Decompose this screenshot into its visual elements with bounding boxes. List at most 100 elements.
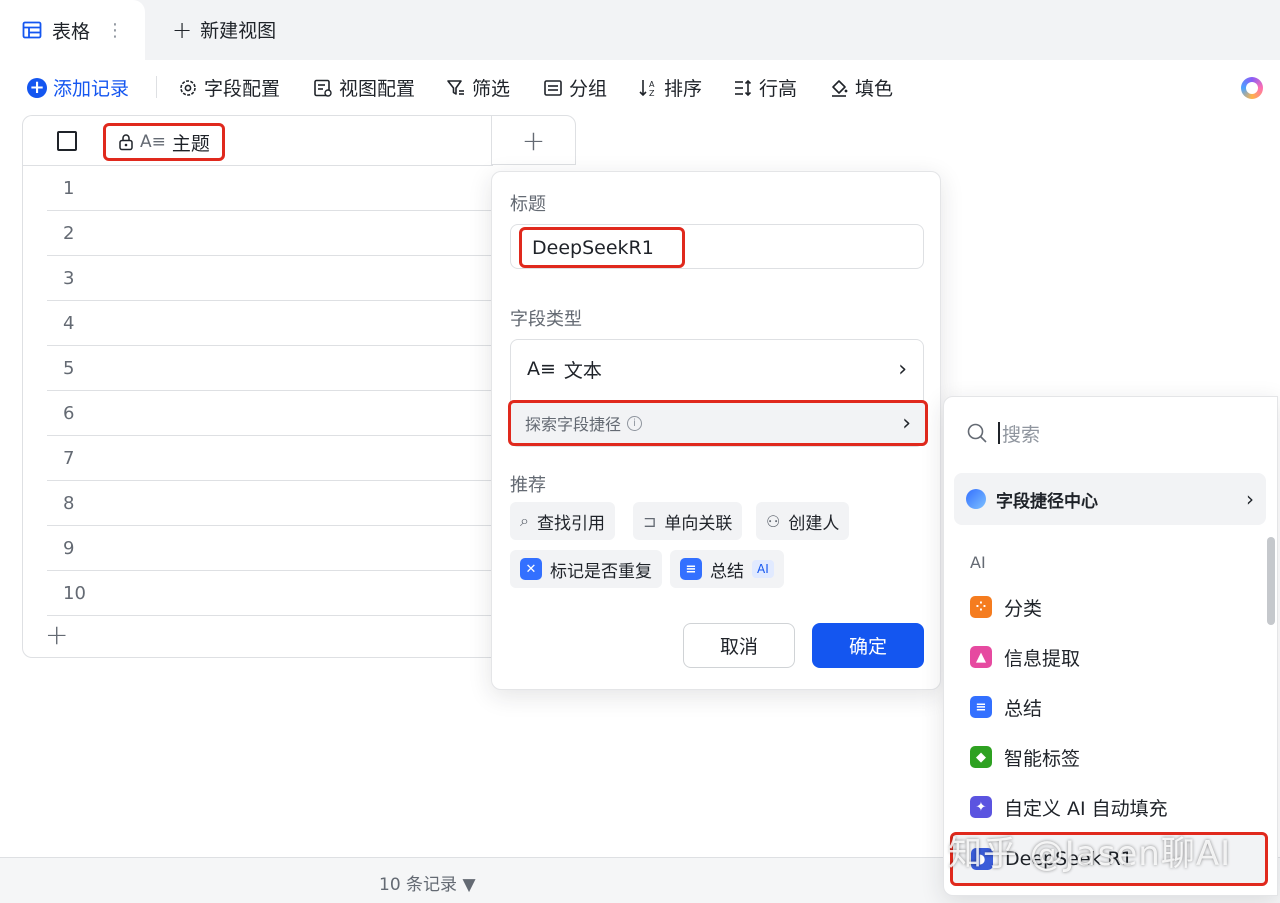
row-height-label: 行高 [759, 78, 798, 100]
ai-assistant-icon[interactable] [1241, 77, 1263, 99]
fill-color-button[interactable]: 填色 [829, 74, 893, 101]
shortcut-item-summary[interactable]: ≡ 总结 [970, 689, 1042, 725]
text-caret [998, 422, 1000, 444]
pin-icon: ✕ [520, 558, 542, 580]
paint-bucket-icon [832, 79, 848, 97]
grid-header: A≡ 主题 [23, 116, 493, 166]
shortcut-center-link[interactable]: 字段捷径中心 › [954, 473, 1266, 525]
shortcut-item-custom-ai[interactable]: ✦ 自定义 AI 自动填充 [970, 789, 1168, 825]
field-config-popup: 标题 DeepSeekR1 字段类型 A≡ 文本 › 探索字段捷径 i › 推荐… [491, 171, 941, 690]
chevron-right-icon: › [898, 356, 907, 382]
add-record-button[interactable]: + 添加记录 [27, 74, 129, 101]
new-view-label: 新建视图 [200, 20, 277, 42]
add-record-label: 添加记录 [53, 78, 130, 100]
add-row-button[interactable]: + [45, 618, 68, 651]
smart-tag-label: 智能标签 [1004, 747, 1081, 770]
extract-icon: ▲ [970, 646, 992, 668]
field-shortcut-panel: 搜索 字段捷径中心 › AI ⁘ 分类 ▲ 信息提取 ≡ 总结 ◆ 智能标签 ✦… [943, 396, 1278, 896]
filter-icon [447, 79, 464, 95]
record-count[interactable]: 10 条记录 ▼ [379, 870, 476, 895]
recommend-label: 推荐 [510, 475, 546, 496]
grid-rows: 1 2 3 4 5 6 7 8 9 10 [47, 166, 493, 616]
extract-label: 信息提取 [1004, 647, 1081, 670]
chip-summary[interactable]: ≡ 总结 AI [670, 550, 784, 588]
row-height-button[interactable]: 行高 [733, 74, 797, 101]
table-row[interactable]: 8 [47, 481, 493, 526]
shortcut-center-label: 字段捷径中心 [996, 491, 1098, 512]
summary-icon: ≡ [680, 558, 702, 580]
user-plus-icon: ⚇ [766, 511, 781, 531]
view-config-icon [314, 79, 332, 97]
add-column-button[interactable]: + [491, 115, 576, 165]
table-row[interactable]: 1 [47, 166, 493, 211]
view-config-button[interactable]: 视图配置 [313, 74, 415, 101]
chip-lookup[interactable]: ⌕ 查找引用 [510, 502, 615, 540]
shortcut-item-extract[interactable]: ▲ 信息提取 [970, 639, 1080, 675]
chip-mark-duplicate[interactable]: ✕ 标记是否重复 [510, 550, 662, 588]
field-type-select[interactable]: A≡ 文本 › [511, 340, 923, 398]
table-row[interactable]: 10 [47, 571, 493, 616]
confirm-button[interactable]: 确定 [812, 623, 924, 668]
filter-button[interactable]: 筛选 [446, 74, 510, 101]
shortcut-item-classify[interactable]: ⁘ 分类 [970, 589, 1042, 625]
table-icon [22, 21, 42, 39]
field-config-label: 字段配置 [204, 78, 281, 100]
add-circle-icon: + [27, 77, 47, 98]
shortcut-center-icon [966, 489, 986, 509]
chip-single-link[interactable]: ⊐ 单向关联 [633, 502, 743, 540]
more-icon[interactable]: ⋮ [106, 20, 124, 41]
chip-single-link-label: 单向关联 [664, 513, 733, 534]
group-icon [544, 79, 562, 96]
tag-icon: ◆ [970, 746, 992, 768]
section-ai-label: AI [970, 553, 986, 572]
sort-icon: AZ [639, 79, 655, 98]
summary-icon: ≡ [970, 696, 992, 718]
info-icon: i [627, 415, 643, 431]
field-config-button[interactable]: 字段配置 [178, 74, 280, 101]
title-input[interactable]: DeepSeekR1 [510, 224, 924, 269]
select-all-checkbox[interactable] [57, 131, 77, 151]
new-view-button[interactable]: + 新建视图 [172, 16, 276, 43]
search-placeholder: 搜索 [1002, 423, 1041, 446]
table-row[interactable]: 6 [47, 391, 493, 436]
custom-ai-label: 自定义 AI 自动填充 [1004, 797, 1168, 820]
svg-text:A: A [649, 80, 655, 89]
shortcut-item-smart-tag[interactable]: ◆ 智能标签 [970, 739, 1080, 775]
field-type-label: 字段类型 [510, 309, 582, 330]
group-button[interactable]: 分组 [543, 74, 607, 101]
table-row[interactable]: 9 [47, 526, 493, 571]
explore-shortcut-button[interactable]: 探索字段捷径 i › [508, 400, 928, 446]
table-row[interactable]: 4 [47, 301, 493, 346]
chip-creator[interactable]: ⚇ 创建人 [756, 502, 850, 540]
table-row[interactable]: 5 [47, 346, 493, 391]
lookup-icon: ⌕ [520, 511, 529, 530]
sparkle-icon: ✦ [970, 796, 992, 818]
cancel-button[interactable]: 取消 [683, 623, 795, 668]
column-title: 主题 [171, 132, 210, 155]
plus-icon: + [172, 15, 193, 44]
chip-lookup-label: 查找引用 [536, 513, 605, 534]
shortcut-search[interactable]: 搜索 [944, 397, 1277, 469]
text-type-icon: A≡ [527, 358, 556, 380]
chevron-right-icon: › [1246, 487, 1254, 511]
view-config-label: 视图配置 [339, 78, 416, 100]
tab-table[interactable]: 表格 ⋮ [0, 0, 145, 60]
table-row[interactable]: 2 [47, 211, 493, 256]
text-type-icon: A≡ [140, 132, 166, 152]
sort-button[interactable]: AZ 排序 [638, 74, 702, 101]
chevron-right-icon: › [902, 410, 911, 436]
field-type-value: 文本 [563, 359, 602, 382]
sort-label: 排序 [664, 78, 703, 100]
column-header-title[interactable]: A≡ 主题 [103, 123, 225, 161]
gear-icon [180, 79, 196, 96]
field-type-box: A≡ 文本 › 探索字段捷径 i › [508, 339, 928, 447]
table-row[interactable]: 7 [47, 436, 493, 481]
watermark-text: 知乎 @Jasen聊AI [948, 834, 1232, 874]
link-icon: ⊐ [643, 511, 657, 531]
table-row[interactable]: 3 [47, 256, 493, 301]
group-label: 分组 [569, 78, 608, 100]
classify-label: 分类 [1004, 597, 1043, 620]
panel-scrollbar[interactable] [1267, 537, 1275, 625]
title-input-value: DeepSeekR1 [519, 227, 685, 268]
svg-text:Z: Z [649, 89, 655, 98]
